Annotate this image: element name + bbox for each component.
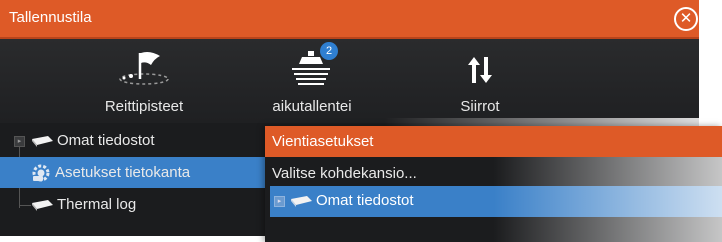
recordings-count-badge: 2 (320, 42, 338, 60)
storage-toolbar: Reittipisteet 2 aikutallentei Siirrot (0, 39, 699, 123)
tree-item-thermal-log[interactable]: Thermal log (0, 188, 270, 219)
waypoint-flag-icon (119, 52, 169, 85)
close-icon[interactable]: ✕ (674, 7, 698, 31)
tree-item-omat-tiedostot[interactable]: ▸ Omat tiedostot (0, 126, 270, 157)
dialog-title: Tallennustila (9, 9, 92, 26)
expand-icon[interactable]: ▸ (274, 196, 285, 207)
dialog-titlebar: Tallennustila ✕ (0, 0, 699, 39)
storage-card-icon (32, 200, 53, 211)
transfer-arrows-icon (468, 57, 492, 83)
storage-card-icon (32, 136, 53, 147)
popup-instruction: Valitse kohdekansio... (272, 165, 417, 182)
tree-item-label: Thermal log (57, 196, 137, 213)
toolbar-waypoints-button[interactable]: Reittipisteet (54, 39, 234, 123)
popup-header: Vientiasetukset (265, 126, 722, 157)
export-settings-popup: Vientiasetukset Valitse kohdekansio... ▸… (265, 126, 722, 242)
tree-item-label: Omat tiedostot (57, 132, 155, 149)
toolbar-waypoints-label: Reittipisteet (104, 98, 184, 115)
storage-card-icon (291, 196, 312, 207)
tree-item-label: Asetukset tietokanta (55, 164, 191, 181)
toolbar-recordings-label: aikutallentei (272, 98, 352, 115)
toolbar-recordings-button[interactable]: 2 aikutallentei (222, 39, 402, 123)
popup-body: Valitse kohdekansio... ▸ Omat tiedostot (265, 157, 722, 242)
settings-gear-icon (32, 164, 50, 182)
storage-tree: ▸ Omat tiedostot Asetukset tietokanta Th… (0, 126, 270, 236)
popup-title: Vientiasetukset (272, 133, 374, 150)
popup-folder-omat-tiedostot[interactable]: ▸ Omat tiedostot (270, 186, 722, 217)
popup-folder-label: Omat tiedostot (316, 192, 414, 209)
tree-item-asetukset-tietokanta[interactable]: Asetukset tietokanta (0, 157, 270, 188)
toolbar-transfers-button[interactable]: Siirrot (390, 39, 570, 123)
expand-icon[interactable]: ▸ (14, 136, 25, 147)
toolbar-transfers-label: Siirrot (460, 98, 500, 115)
